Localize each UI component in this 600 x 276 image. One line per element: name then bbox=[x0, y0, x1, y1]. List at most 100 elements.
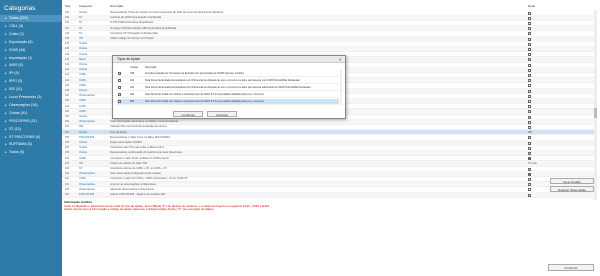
row-checkbox[interactable] bbox=[528, 11, 531, 15]
sidebar-item-label: Todos (9) bbox=[9, 150, 24, 155]
row-checkbox[interactable] bbox=[528, 177, 531, 181]
dialog-row-code: 043 bbox=[130, 93, 135, 96]
sidebar-item[interactable]: ▸ Todas (222) bbox=[0, 15, 62, 22]
row-checkbox[interactable] bbox=[528, 16, 531, 20]
header-value[interactable]: Dado bbox=[528, 3, 535, 9]
dialog-row-description: Nota Fiscal de Saída com direito a ressa… bbox=[145, 93, 264, 96]
dialog-cancel-button[interactable]: Cancelar bbox=[207, 111, 237, 117]
header-description[interactable]: Descrição bbox=[110, 3, 123, 9]
row-checkbox[interactable] bbox=[528, 21, 531, 25]
dialog-row[interactable]: 042 Nota Fiscal de Entrada interestadual … bbox=[117, 85, 339, 91]
row-checkbox[interactable] bbox=[528, 115, 531, 119]
row-checkbox[interactable] bbox=[528, 167, 531, 171]
row-checkbox[interactable] bbox=[528, 37, 531, 41]
row-checkbox[interactable] bbox=[528, 183, 531, 187]
row-checkbox[interactable] bbox=[528, 125, 531, 129]
grid-scrollbar[interactable] bbox=[594, 10, 597, 200]
row-checkbox[interactable] bbox=[528, 63, 531, 67]
row-checkbox[interactable] bbox=[528, 27, 531, 31]
row-checkbox[interactable] bbox=[528, 94, 531, 98]
dialog-row-checkbox[interactable] bbox=[118, 72, 121, 76]
row-checkbox[interactable] bbox=[528, 120, 531, 124]
dialog-confirm-button[interactable]: Confirmar bbox=[173, 111, 203, 117]
row-checkbox[interactable] bbox=[528, 84, 531, 88]
dialog-scrollbar[interactable] bbox=[339, 70, 342, 106]
row-checkbox[interactable] bbox=[528, 68, 531, 72]
row-checkbox[interactable] bbox=[528, 141, 531, 145]
header-description[interactable]: Descrição bbox=[145, 65, 157, 70]
dialog-row-checkbox[interactable] bbox=[118, 86, 121, 90]
sidebar-item-label: ST PIS/COFINS (6) bbox=[9, 134, 41, 139]
replicate-observation-button[interactable]: Replicar Observação bbox=[550, 186, 594, 192]
row-description: Aplicar PIS/COFINS - Regime Cumulativo R… bbox=[110, 193, 166, 196]
row-checkbox[interactable] bbox=[528, 79, 531, 83]
row-checkbox[interactable] bbox=[528, 193, 531, 197]
row-checkbox[interactable] bbox=[528, 188, 531, 192]
sidebar-item[interactable]: ▸ ST PIS/COFINS (6) bbox=[0, 134, 62, 141]
sidebar-item-label: ICMS (44) bbox=[9, 47, 26, 52]
sidebar-item[interactable]: ▸ PIS/COFINS (21) bbox=[0, 118, 62, 125]
row-checkbox[interactable] bbox=[528, 157, 531, 161]
sidebar-item[interactable]: ▸ Importação (1) bbox=[0, 55, 62, 62]
sidebar-item[interactable]: ▸ Todos (9) bbox=[0, 149, 62, 156]
close-icon[interactable]: ✕ bbox=[339, 56, 342, 63]
grid-scrollbar-thumb[interactable] bbox=[594, 108, 597, 118]
row-seq: 166 bbox=[65, 193, 70, 196]
table-row[interactable]: 166 PIS/COFINS Aplicar PIS/COFINS - Regime… bbox=[62, 192, 596, 198]
sidebar-item-label: ST (12) bbox=[9, 126, 21, 131]
app-window: Categorias ▸ Todas (222) ▸ CSLL (3) ▸ Custo (… bbox=[0, 0, 600, 276]
row-checkbox[interactable] bbox=[528, 136, 531, 140]
row-checkbox[interactable] bbox=[528, 53, 531, 57]
row-checkbox[interactable] bbox=[528, 172, 531, 176]
dialog-title: Tipos de Ajuste bbox=[113, 56, 345, 63]
sidebar-item[interactable]: ▸ IPI (9) bbox=[0, 70, 62, 77]
row-checkbox[interactable] bbox=[528, 146, 531, 150]
sidebar-item-label: Exportação (6) bbox=[9, 39, 33, 44]
sidebar-item-label: Observações (16) bbox=[9, 102, 38, 107]
sidebar-item[interactable]: ▸ ST (12) bbox=[0, 126, 62, 133]
sidebar-item[interactable]: ▸ Observações (16) bbox=[0, 102, 62, 109]
sidebar-item[interactable]: ▸ Lucro Presumido (3) bbox=[0, 94, 62, 101]
categories-sidebar: Categorias ▸ Todas (222) ▸ CSLL (3) ▸ Custo (… bbox=[0, 0, 62, 276]
row-checkbox[interactable] bbox=[528, 89, 531, 93]
sidebar-item[interactable]: ▸ Exportação (6) bbox=[0, 39, 62, 46]
row-checkbox[interactable] bbox=[528, 32, 531, 36]
sidebar-item-label: SUFRAMA (6) bbox=[9, 142, 32, 147]
sidebar-item[interactable]: ▸ INSS (5) bbox=[0, 62, 62, 69]
row-checkbox[interactable] bbox=[528, 42, 531, 46]
dialog-row[interactable]: 043 Nota Fiscal de Saída com direito a re… bbox=[117, 92, 339, 98]
sidebar-item[interactable]: ▸ Custo (2) bbox=[0, 31, 62, 38]
dialog-row-description: Complementação de Transporte de Entrada … bbox=[145, 72, 244, 75]
row-checkbox[interactable] bbox=[528, 151, 531, 155]
dialog-row-description: Nota Fiscal de Entrada interestadual com… bbox=[145, 79, 300, 82]
dialog-row-checkbox[interactable] bbox=[118, 100, 121, 104]
header-code[interactable]: Código bbox=[130, 65, 138, 70]
header-category[interactable]: Categoria bbox=[79, 3, 92, 9]
sidebar-item-label: Importação (1) bbox=[9, 55, 33, 60]
row-checkbox[interactable] bbox=[528, 99, 531, 103]
dialog-row-description: Nota Fiscal de Entrada interestadual com… bbox=[145, 86, 311, 89]
dialog-row-checkbox[interactable] bbox=[118, 93, 121, 97]
row-checkbox[interactable] bbox=[528, 110, 531, 114]
sidebar-item[interactable]: ▸ CSLL (3) bbox=[0, 23, 62, 30]
dialog-row-code: 041 bbox=[130, 79, 135, 82]
row-checkbox[interactable] bbox=[528, 58, 531, 62]
sidebar-item[interactable]: ▸ SUFRAMA (6) bbox=[0, 141, 62, 148]
row-checkbox[interactable] bbox=[528, 105, 531, 109]
dialog-row[interactable]: 038 Complementação de Transporte de Entra… bbox=[117, 71, 339, 77]
sidebar-item[interactable]: ▸ ICMS (44) bbox=[0, 47, 62, 54]
auxiliary-info: Informação Auxiliar Caso configurado o p… bbox=[64, 200, 594, 212]
confirm-button[interactable]: Confirmar bbox=[548, 264, 594, 271]
fill-text-button[interactable]: Texto Padrão bbox=[550, 178, 594, 184]
sidebar-item[interactable]: ▸ Outras (91) bbox=[0, 110, 62, 117]
row-checkbox[interactable] bbox=[528, 47, 531, 51]
dialog-row[interactable]: 041 Nota Fiscal de Entrada interestadual … bbox=[117, 78, 339, 84]
dialog-row[interactable]: 999 Nota Fiscal de Saída com direito a re… bbox=[117, 99, 339, 105]
dialog-row-checkbox[interactable] bbox=[118, 79, 121, 83]
sidebar-item-label: IPI (9) bbox=[9, 71, 19, 76]
dialog-grid-header: Código Descrição bbox=[117, 65, 339, 70]
row-checkbox[interactable] bbox=[528, 73, 531, 77]
header-seq[interactable]: Seq. bbox=[65, 3, 71, 9]
sidebar-item[interactable]: ▸ ISS (11) bbox=[0, 86, 62, 93]
sidebar-item[interactable]: ▸ IRPJ (3) bbox=[0, 78, 62, 85]
